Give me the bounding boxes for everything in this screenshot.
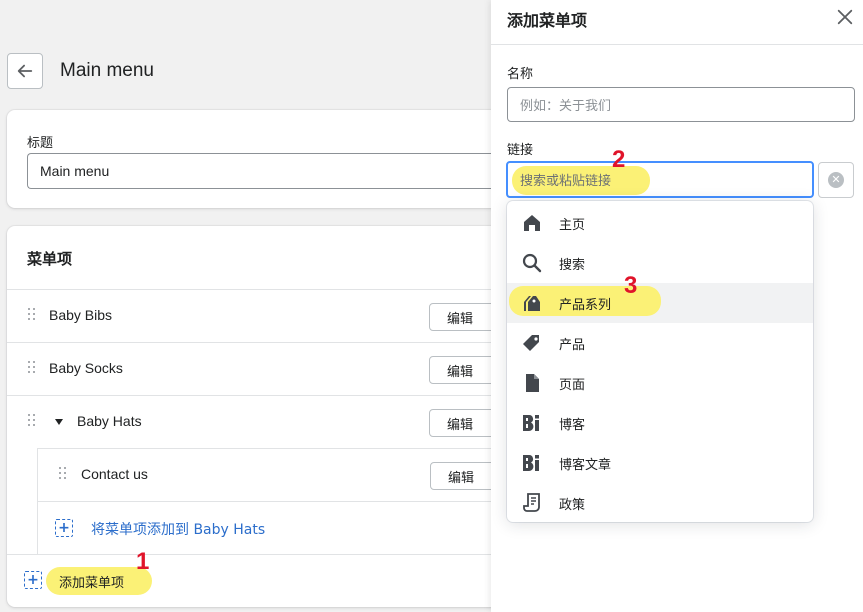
dropdown-item-blog-posts[interactable]: 博客文章 <box>507 443 813 483</box>
dropdown-item-policies[interactable]: 政策 <box>507 483 813 523</box>
menu-row-label: Contact us <box>81 466 148 482</box>
clear-circle-icon: ✕ <box>828 172 844 188</box>
link-search-input[interactable]: 搜索或粘贴链接 <box>506 161 814 198</box>
nested-items-baby-hats: Contact us 编辑 + 将菜单项添加到 Baby Hats <box>37 448 517 554</box>
dropdown-item-pages[interactable]: 页面 <box>507 363 813 403</box>
name-input-placeholder: 例如：关于我们 <box>520 99 612 114</box>
menu-row-label: Baby Bibs <box>49 307 113 323</box>
add-item-row[interactable]: + 添加菜单项 <box>7 554 517 607</box>
dropdown-item-blogs[interactable]: 博客 <box>507 403 813 443</box>
dropdown-item-label: 博客 <box>559 418 586 433</box>
dropdown-item-label: 页面 <box>559 378 586 393</box>
menu-row-baby-socks: Baby Socks 编辑 <box>7 342 517 395</box>
menu-items-heading: 菜单项 <box>27 250 73 268</box>
collection-tag-icon <box>524 296 540 311</box>
menu-row-baby-hats: Baby Hats 编辑 <box>7 395 517 448</box>
back-button[interactable] <box>7 53 43 89</box>
dropdown-item-label: 博客文章 <box>559 458 612 473</box>
menu-row-contact-us: Contact us 编辑 <box>38 448 517 501</box>
dropdown-item-products[interactable]: 产品 <box>507 323 813 363</box>
title-card: 标题 Main menu <box>7 110 517 208</box>
drag-handle-icon[interactable] <box>28 308 38 322</box>
dropdown-item-label: 搜索 <box>559 258 586 273</box>
policy-icon <box>523 493 540 512</box>
annotation-step-2: 2 <box>612 146 626 173</box>
search-icon <box>522 253 542 273</box>
add-item-link[interactable]: 添加菜单项 <box>59 572 124 591</box>
dropdown-item-label: 主页 <box>559 218 586 233</box>
add-nested-item-link[interactable]: 将菜单项添加到 Baby Hats <box>91 519 265 539</box>
annotation-step-3: 3 <box>624 272 638 299</box>
annotation-step-1: 1 <box>136 548 150 575</box>
link-field-label: 链接 <box>507 143 534 158</box>
dropdown-item-label: 产品 <box>559 338 586 353</box>
edit-button[interactable]: 编辑 <box>429 356 491 384</box>
name-field-label: 名称 <box>507 67 534 82</box>
drag-handle-icon[interactable] <box>28 414 38 428</box>
clear-link-button[interactable]: ✕ <box>818 162 854 198</box>
menu-row-label: Baby Socks <box>49 360 123 376</box>
edit-button[interactable]: 编辑 <box>429 409 491 437</box>
link-suggestions-dropdown: 主页 搜索 产品系列 产品 页面 博客 博客文章 政策 <box>507 201 813 522</box>
menu-items-card: 菜单项 Baby Bibs 编辑 Baby Socks 编辑 Baby Hats… <box>7 226 517 607</box>
blog-icon <box>523 414 539 431</box>
menu-row-baby-bibs: Baby Bibs 编辑 <box>7 289 517 342</box>
panel-header: 添加菜单项 <box>491 0 863 45</box>
title-input[interactable]: Main menu <box>27 153 517 189</box>
add-dashed-icon: + <box>24 571 42 589</box>
dropdown-item-collections[interactable]: 产品系列 <box>507 283 813 323</box>
panel-title: 添加菜单项 <box>507 11 588 30</box>
title-input-value: Main menu <box>40 163 110 179</box>
edit-button[interactable]: 编辑 <box>429 303 491 331</box>
dropdown-item-label: 产品系列 <box>559 298 612 313</box>
drag-handle-icon[interactable] <box>28 361 38 375</box>
collapse-caret-icon[interactable] <box>55 419 63 425</box>
add-nested-item-row[interactable]: + 将菜单项添加到 Baby Hats <box>38 501 517 554</box>
link-input-placeholder: 搜索或粘贴链接 <box>520 174 612 189</box>
dropdown-item-home[interactable]: 主页 <box>507 203 813 243</box>
drag-handle-icon[interactable] <box>59 467 69 481</box>
tag-icon <box>523 335 539 351</box>
arrow-left-icon <box>17 64 33 78</box>
dropdown-item-search[interactable]: 搜索 <box>507 243 813 283</box>
close-icon[interactable] <box>836 8 854 26</box>
home-icon <box>524 215 540 231</box>
blog-post-icon <box>523 454 539 471</box>
title-field-label: 标题 <box>27 136 54 151</box>
dropdown-item-label: 政策 <box>559 498 586 513</box>
add-dashed-icon: + <box>55 519 73 537</box>
edit-button[interactable]: 编辑 <box>430 462 492 490</box>
menu-row-label: Baby Hats <box>77 413 142 429</box>
page-icon <box>526 374 539 392</box>
page-title: Main menu <box>60 60 154 81</box>
name-input[interactable]: 例如：关于我们 <box>507 87 855 122</box>
